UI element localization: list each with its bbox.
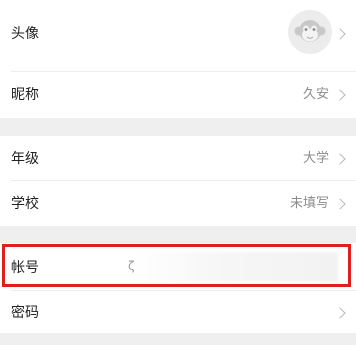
chevron-right-icon — [334, 307, 346, 319]
divider — [11, 180, 356, 181]
profile-settings-screen: 头像 昵称 久安 年级 大学 学校 未填写 帐号 密码 ζ — [0, 0, 356, 345]
nickname-label: 昵称 — [11, 87, 39, 103]
grade-row[interactable]: 年级 大学 — [0, 136, 356, 180]
nickname-row[interactable]: 昵称 久安 — [0, 73, 356, 118]
chevron-right-icon — [334, 89, 346, 101]
grade-value: 大学 — [302, 151, 329, 166]
highlight-box — [2, 244, 351, 287]
avatar-label: 头像 — [11, 26, 39, 42]
avatar-row[interactable]: 头像 — [0, 0, 356, 68]
password-label: 密码 — [11, 305, 39, 321]
monkey-avatar-icon[interactable] — [288, 10, 332, 54]
divider — [11, 290, 356, 291]
nickname-value: 久安 — [302, 87, 329, 102]
grade-label: 年级 — [11, 151, 39, 167]
education-group: 年级 大学 学校 未填写 — [0, 136, 356, 226]
school-row[interactable]: 学校 未填写 — [0, 182, 356, 226]
chevron-right-icon — [334, 198, 346, 210]
chevron-right-icon — [334, 28, 346, 40]
school-value: 未填写 — [289, 196, 329, 211]
profile-group: 头像 昵称 久安 — [0, 0, 356, 118]
password-row[interactable]: 密码 — [0, 292, 356, 333]
school-label: 学校 — [11, 196, 39, 212]
chevron-right-icon — [334, 153, 346, 165]
divider — [11, 71, 356, 72]
